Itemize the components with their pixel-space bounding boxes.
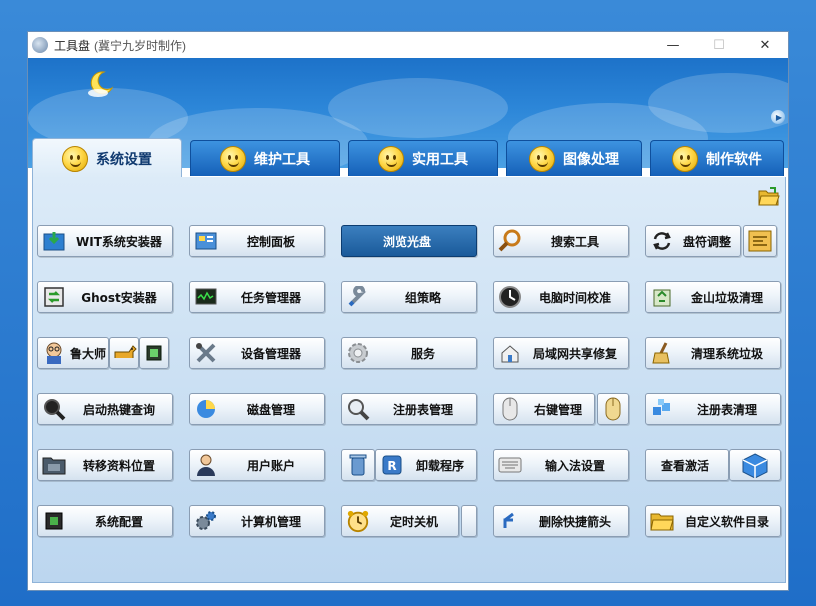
tab-content-panel: WIT系统安装器 控制面板 浏览光盘 搜索工具 盘符调整 Ghost安装器 任务… xyxy=(32,177,786,583)
dog-icon xyxy=(114,345,137,358)
services-button[interactable]: 服务 xyxy=(341,337,477,369)
control-panel-button[interactable]: 控制面板 xyxy=(189,225,325,257)
mouse-yellow-icon xyxy=(605,397,621,421)
minimize-button[interactable]: — xyxy=(650,32,696,58)
device-manager-button[interactable]: 设备管理器 xyxy=(189,337,325,369)
chip-icon xyxy=(146,345,162,361)
play-icon[interactable]: ▶ xyxy=(771,110,785,124)
open-folder-icon[interactable] xyxy=(758,187,780,207)
user-icon xyxy=(194,453,218,477)
install-arrow-icon xyxy=(42,229,66,253)
dog-tool-button[interactable] xyxy=(109,337,139,369)
wit-installer-button[interactable]: WIT系统安装器 xyxy=(37,225,173,257)
refresh-arrows-icon xyxy=(650,229,674,253)
trash-can-icon xyxy=(349,454,367,476)
uninstall-programs-button[interactable]: R 卸载程序 xyxy=(375,449,477,481)
maximize-button: ☐ xyxy=(713,37,725,53)
registry-manager-button[interactable]: 注册表管理 xyxy=(341,393,477,425)
registry-cubes-icon xyxy=(650,397,674,421)
mouse-icon xyxy=(498,397,522,421)
smiley-icon xyxy=(529,145,555,172)
tab-make-software[interactable]: 制作软件 xyxy=(650,140,784,176)
computer-management-button[interactable]: 计算机管理 xyxy=(189,505,325,537)
folder-open-icon xyxy=(650,509,674,533)
scheduled-shutdown-button[interactable]: 定时关机 xyxy=(341,505,459,537)
broom-icon xyxy=(650,341,674,365)
ludashi-button[interactable]: 鲁大师 xyxy=(37,337,109,369)
title-bar[interactable]: 工具盘 (冀宁九岁时制作) — ☐ ✕ xyxy=(28,32,788,58)
trash-tool-button[interactable] xyxy=(341,449,375,481)
mouse-tool-button[interactable] xyxy=(597,393,629,425)
user-accounts-button[interactable]: 用户账户 xyxy=(189,449,325,481)
smiley-icon xyxy=(220,145,246,172)
kingsoft-cleaner-button[interactable]: 金山垃圾清理 xyxy=(645,281,781,313)
drive-letter-button[interactable]: 盘符调整 xyxy=(645,225,741,257)
tab-maintenance-tools[interactable]: 维护工具 xyxy=(190,140,340,176)
app-window: 工具盘 (冀宁九岁时制作) — ☐ ✕ ▶ 系统设置 维护工具 实用工具 图像处… xyxy=(27,31,789,591)
cube-icon xyxy=(742,453,768,478)
smiley-icon xyxy=(62,145,88,172)
keyboard-icon xyxy=(498,453,522,477)
input-method-button[interactable]: 输入法设置 xyxy=(493,449,629,481)
magnifier-gray-icon xyxy=(346,397,370,421)
check-activation-button[interactable]: 查看激活 xyxy=(645,449,729,481)
clock-sync-button[interactable]: 电脑时间校准 xyxy=(493,281,629,313)
context-menu-manager-button[interactable]: 右键管理 xyxy=(493,393,595,425)
disk-management-button[interactable]: 磁盘管理 xyxy=(189,393,325,425)
pie-chart-icon xyxy=(194,397,218,421)
clean-junk-button[interactable]: 清理系统垃圾 xyxy=(645,337,781,369)
app-logo-icon xyxy=(32,37,48,53)
smiley-icon xyxy=(672,145,698,172)
ghost-icon xyxy=(42,285,66,309)
move-data-location-button[interactable]: 转移资料位置 xyxy=(37,449,173,481)
window-subtitle: (冀宁九岁时制作) xyxy=(94,38,187,53)
smiley-icon xyxy=(378,145,404,172)
tab-bar: 系统设置 维护工具 实用工具 图像处理 制作软件 xyxy=(32,138,786,178)
registry-cleaner-button[interactable]: 注册表清理 xyxy=(645,393,781,425)
shortcut-arrow-icon xyxy=(498,509,522,533)
window-title: 工具盘 xyxy=(54,38,91,53)
tools-cross-icon xyxy=(194,341,218,365)
search-black-icon xyxy=(42,397,66,421)
magnifier-icon xyxy=(498,229,522,253)
hotkey-query-button[interactable]: 启动热键查询 xyxy=(37,393,173,425)
shutdown-extra-button[interactable] xyxy=(461,505,477,537)
lan-share-repair-button[interactable]: 局域网共享修复 xyxy=(493,337,629,369)
group-policy-button[interactable]: 组策略 xyxy=(341,281,477,313)
system-config-button[interactable]: 系统配置 xyxy=(37,505,173,537)
folder-dark-icon xyxy=(42,453,66,477)
wrench-icon xyxy=(346,285,370,309)
moon-icon xyxy=(88,71,114,97)
close-button[interactable]: ✕ xyxy=(742,32,788,58)
tab-system-settings[interactable]: 系统设置 xyxy=(32,138,182,178)
sort-az-button[interactable] xyxy=(743,225,777,257)
clock-icon xyxy=(498,285,522,309)
browse-disc-button[interactable]: 浏览光盘 xyxy=(341,225,477,257)
gear-icon xyxy=(346,341,370,365)
alarm-clock-icon xyxy=(346,509,370,533)
activation-tool-button[interactable] xyxy=(729,449,781,481)
task-manager-button[interactable]: 任务管理器 xyxy=(189,281,325,313)
remove-shortcut-arrow-button[interactable]: 删除快捷箭头 xyxy=(493,505,629,537)
search-tool-button[interactable]: 搜索工具 xyxy=(493,225,629,257)
tab-utility-tools[interactable]: 实用工具 xyxy=(348,140,498,176)
recycle-bin-icon xyxy=(650,285,674,309)
ghost-installer-button[interactable]: Ghost安装器 xyxy=(37,281,173,313)
chip-config-icon xyxy=(42,509,66,533)
svg-text:R: R xyxy=(387,459,396,473)
master-lu-icon xyxy=(42,341,66,365)
network-house-icon xyxy=(498,341,522,365)
monitor-graph-icon xyxy=(194,285,218,309)
gears-icon xyxy=(194,509,218,533)
custom-software-dir-button[interactable]: 自定义软件目录 xyxy=(645,505,781,537)
uninstall-icon: R xyxy=(380,453,404,477)
chip-tool-button[interactable] xyxy=(139,337,169,369)
sort-az-icon xyxy=(748,230,772,252)
control-panel-icon xyxy=(194,229,218,253)
tab-image-processing[interactable]: 图像处理 xyxy=(506,140,642,176)
